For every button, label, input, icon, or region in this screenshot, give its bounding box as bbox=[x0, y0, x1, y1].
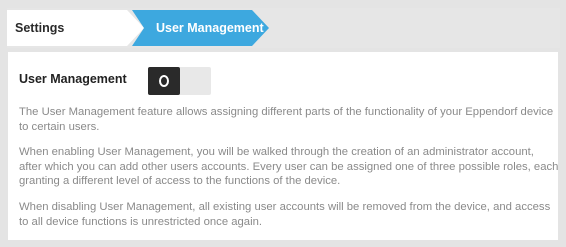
description-paragraph-3: When disabling User Management, all exis… bbox=[19, 201, 551, 228]
breadcrumb-settings[interactable]: Settings bbox=[7, 10, 144, 46]
breadcrumb-user-management-label: User Management bbox=[156, 21, 264, 35]
breadcrumb-settings-label: Settings bbox=[15, 21, 65, 35]
user-management-toggle[interactable] bbox=[148, 67, 211, 95]
breadcrumb-user-management[interactable]: User Management bbox=[132, 10, 269, 46]
toggle-knob bbox=[148, 67, 180, 95]
toggle-off-icon bbox=[159, 75, 169, 87]
description-paragraph-2: When enabling User Management, you will … bbox=[19, 146, 559, 187]
description-paragraph-1: The User Management feature allows assig… bbox=[19, 106, 554, 133]
user-management-label: User Management bbox=[19, 72, 127, 86]
